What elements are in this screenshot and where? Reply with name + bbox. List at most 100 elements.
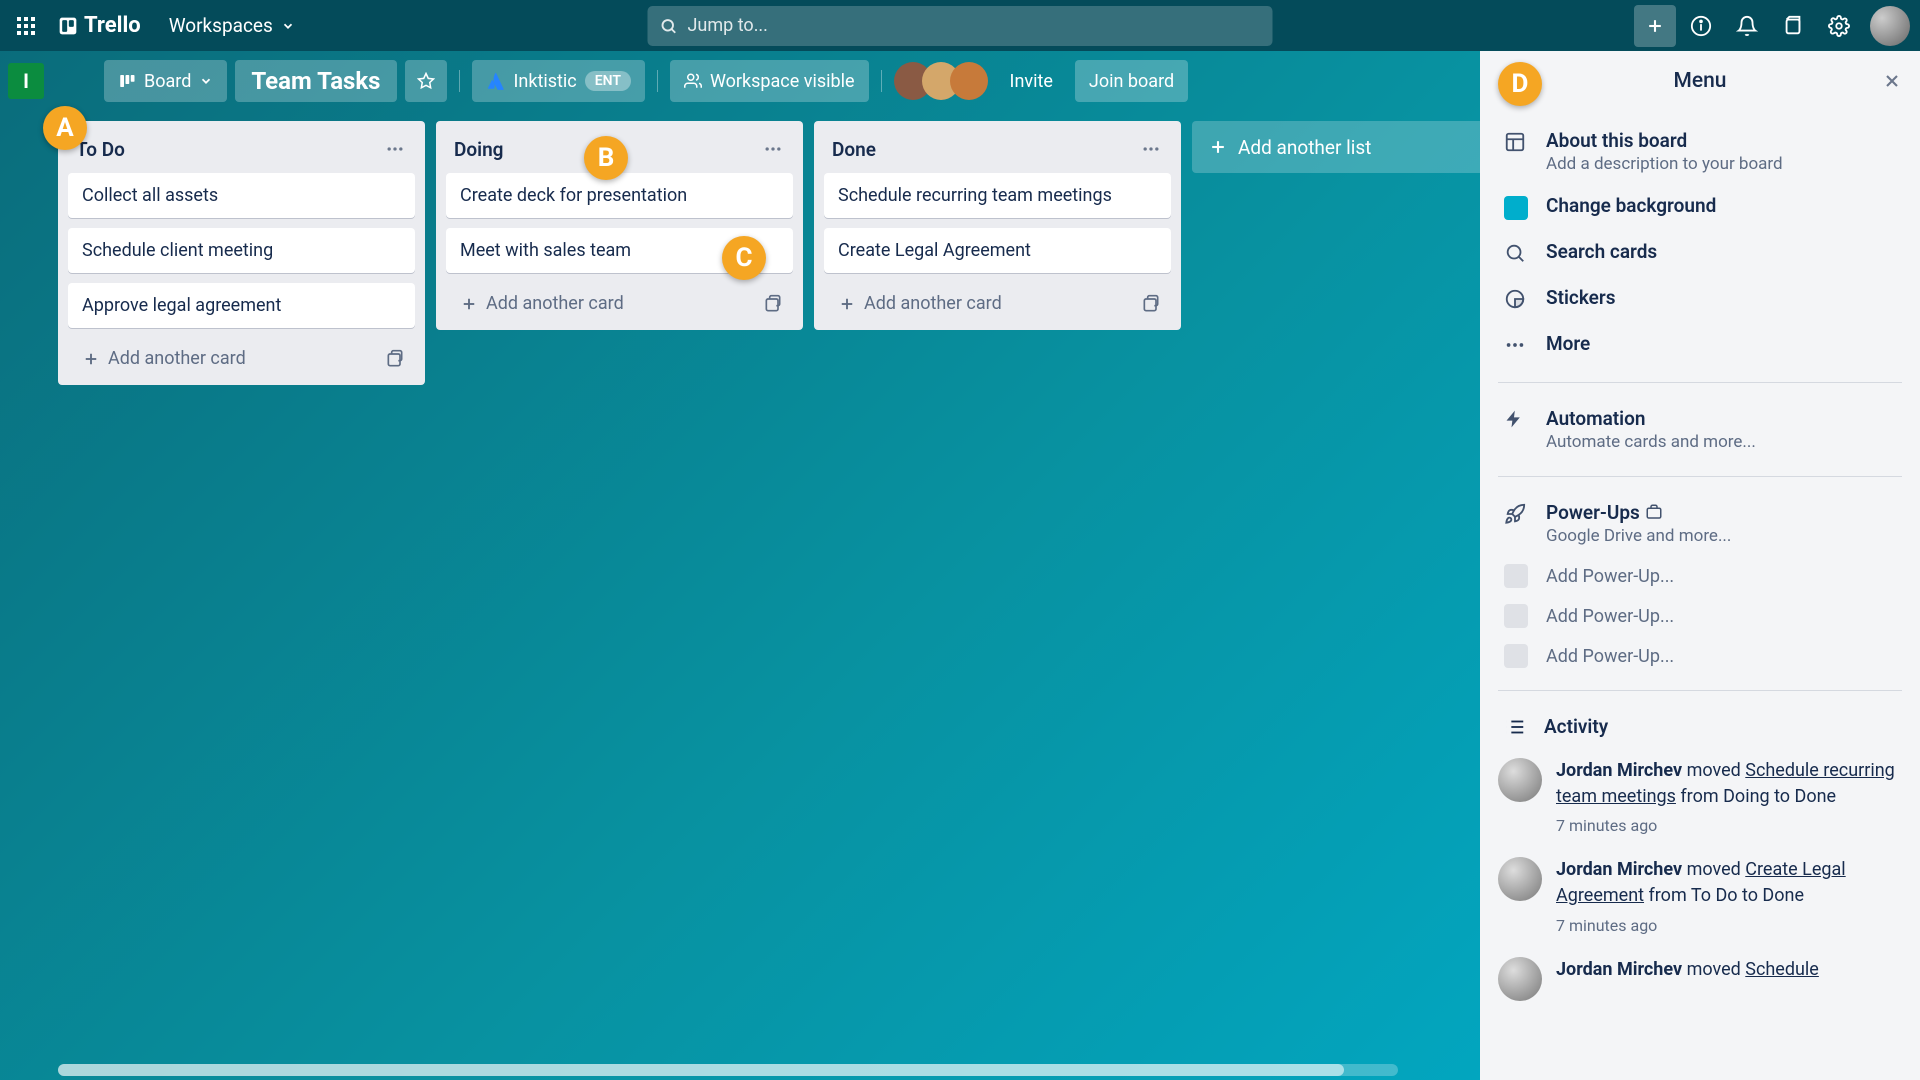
star-button[interactable] [405, 60, 447, 102]
list-done[interactable]: Done Schedule recurring team meetings Cr… [814, 121, 1181, 330]
rocket-icon [1504, 503, 1528, 527]
activity-avatar[interactable] [1498, 758, 1542, 802]
activity-time: 7 minutes ago [1556, 814, 1902, 837]
card[interactable]: Schedule recurring team meetings [824, 173, 1171, 218]
list-footer: Add another card [446, 283, 793, 320]
join-board-button[interactable]: Join board [1075, 60, 1188, 102]
activity-action: moved [1687, 959, 1741, 980]
callout-c: C [722, 236, 766, 280]
card-template-button[interactable] [381, 345, 409, 373]
divider [881, 70, 882, 92]
add-powerup-slot[interactable]: Add Power-Up... [1498, 596, 1902, 636]
activity-item: Jordan Mirchev moved Create Legal Agreem… [1498, 847, 1902, 946]
visibility-label: Workspace visible [710, 71, 855, 92]
settings-button[interactable] [1818, 5, 1860, 47]
activity-avatar[interactable] [1498, 857, 1542, 901]
apps-grid-icon[interactable] [10, 10, 42, 42]
add-powerup-slot[interactable]: Add Power-Up... [1498, 556, 1902, 596]
menu-change-background[interactable]: Change background [1498, 184, 1902, 230]
menu-automation-sub: Automate cards and more... [1546, 432, 1896, 452]
add-list-button[interactable]: Add another list [1192, 121, 1480, 173]
visibility-button[interactable]: Workspace visible [670, 60, 869, 102]
template-icon [763, 294, 783, 314]
menu-search-cards[interactable]: Search cards [1498, 230, 1902, 276]
atlassian-icon [486, 71, 506, 91]
card[interactable]: Collect all assets [68, 173, 415, 218]
list-footer: Add another card [68, 338, 415, 375]
board-name-text: Team Tasks [251, 67, 380, 95]
activity-text: Jordan Mirchev moved Schedule recurring … [1556, 758, 1902, 837]
boards-button[interactable] [1772, 5, 1814, 47]
trello-logo[interactable]: Trello [50, 9, 149, 42]
list-title[interactable]: Done [832, 138, 876, 161]
add-powerup-label: Add Power-Up... [1546, 566, 1674, 587]
search-icon [660, 17, 678, 35]
list-menu-button[interactable] [1137, 135, 1165, 163]
menu-stickers[interactable]: Stickers [1498, 276, 1902, 322]
powerup-slot-icon [1504, 644, 1528, 668]
menu-title: Menu [1674, 69, 1727, 93]
board-view-switcher[interactable]: Board [104, 60, 227, 102]
plus-icon [1208, 137, 1228, 157]
divider [1498, 382, 1902, 383]
star-icon [417, 72, 435, 90]
chevron-down-icon [281, 19, 295, 33]
board-name[interactable]: Team Tasks [235, 60, 396, 102]
horizontal-scrollbar[interactable] [58, 1064, 1398, 1076]
workspace-initial: I [23, 69, 29, 93]
card[interactable]: Schedule client meeting [68, 228, 415, 273]
workspace-tile[interactable]: I [8, 63, 44, 99]
card[interactable]: Create deck for presentation [446, 173, 793, 218]
create-button[interactable] [1634, 5, 1676, 47]
menu-powerups[interactable]: Power-Ups Google Drive and more... [1498, 491, 1902, 556]
add-card-button[interactable]: Add another card [76, 344, 252, 373]
callout-a: A [43, 106, 87, 150]
list-footer: Add another card [824, 283, 1171, 320]
search-input[interactable] [648, 6, 1273, 46]
add-powerup-slot[interactable]: Add Power-Up... [1498, 636, 1902, 676]
top-nav: Trello Workspaces [0, 0, 1920, 51]
activity-avatar[interactable] [1498, 957, 1542, 1001]
chevron-down-icon [199, 74, 213, 88]
menu-more[interactable]: More [1498, 322, 1902, 368]
list-menu-button[interactable] [381, 135, 409, 163]
powerup-slot-icon [1504, 564, 1528, 588]
list-todo[interactable]: To Do Collect all assets Schedule client… [58, 121, 425, 385]
divider [459, 70, 460, 92]
member-avatars[interactable] [894, 62, 988, 100]
invite-button[interactable]: Invite [996, 60, 1067, 102]
notifications-button[interactable] [1726, 5, 1768, 47]
add-card-label: Add another card [108, 348, 246, 369]
scrollbar-thumb[interactable] [58, 1064, 1344, 1076]
card[interactable]: Create Legal Agreement [824, 228, 1171, 273]
list-title[interactable]: Doing [454, 138, 504, 161]
info-button[interactable] [1680, 5, 1722, 47]
activity-card-link[interactable]: Schedule [1745, 959, 1819, 980]
menu-powerups-sub: Google Drive and more... [1546, 526, 1896, 546]
workspaces-dropdown[interactable]: Workspaces [157, 8, 307, 43]
card[interactable]: Approve legal agreement [68, 283, 415, 328]
activity-text: Jordan Mirchev moved Schedule [1556, 957, 1902, 1001]
invite-label: Invite [1010, 71, 1053, 92]
menu-automation[interactable]: Automation Automate cards and more... [1498, 397, 1902, 462]
plus-icon [82, 350, 100, 368]
user-avatar[interactable] [1870, 6, 1910, 46]
list-title[interactable]: To Do [76, 138, 125, 161]
trello-logo-text: Trello [84, 13, 141, 38]
add-card-button[interactable]: Add another card [454, 289, 630, 318]
list-menu-button[interactable] [759, 135, 787, 163]
menu-about[interactable]: About this board Add a description to yo… [1498, 119, 1902, 184]
list-header: To Do [68, 131, 415, 163]
activity-user: Jordan Mirchev [1556, 959, 1682, 980]
board-icon [1504, 131, 1528, 155]
avatar[interactable] [950, 62, 988, 100]
menu-close-button[interactable] [1882, 71, 1902, 91]
card-template-button[interactable] [1137, 290, 1165, 318]
menu-automation-title: Automation [1546, 407, 1896, 430]
org-button[interactable]: Inktistic ENT [472, 60, 645, 102]
activity-action: moved [1687, 859, 1741, 880]
card-template-button[interactable] [759, 290, 787, 318]
add-list-label: Add another list [1238, 136, 1371, 159]
view-label: Board [144, 71, 191, 92]
add-card-button[interactable]: Add another card [832, 289, 1008, 318]
